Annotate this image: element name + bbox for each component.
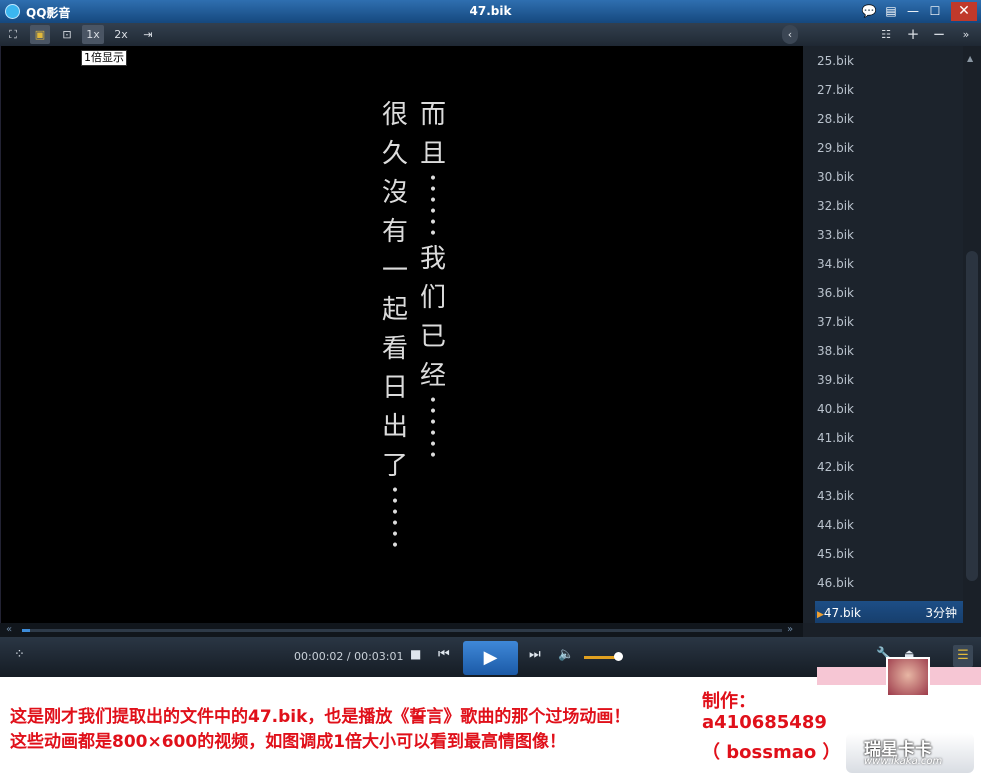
window-title: 47.bik	[469, 4, 512, 18]
playlist-item[interactable]: 38.bik	[817, 337, 957, 366]
video-area[interactable]: 而且 • • • • • • 我们已经 • • • • • • 很久沒有一起看日出了 • • • • • •	[0, 46, 804, 623]
footprint-icon[interactable]: ⁘	[14, 647, 25, 662]
fullscreen-icon[interactable]: ⛶	[4, 25, 22, 44]
credit-label: 制作：	[702, 691, 756, 712]
playlist-item[interactable]: 34.bik	[817, 250, 957, 279]
play-button[interactable]: ▶	[463, 641, 518, 675]
subtitle-char: 久	[381, 139, 408, 169]
playlist-item[interactable]: 45.bik	[817, 540, 957, 569]
current-item-duration: 3分钟	[925, 606, 957, 620]
seek-back-icon[interactable]: «	[6, 624, 12, 635]
volume-icon[interactable]: 🔈	[558, 647, 574, 662]
seek-bar[interactable]: « »	[0, 623, 803, 637]
subtitle-char: 且	[419, 139, 446, 169]
close-button[interactable]: ✕	[951, 2, 977, 21]
playlist-item[interactable]: 28.bik	[817, 105, 957, 134]
ellipsis-dots: • • • • • •	[428, 171, 438, 242]
volume-knob[interactable]	[613, 652, 623, 661]
subtitle-char: 一	[381, 256, 408, 286]
now-playing-icon: ▶	[817, 610, 824, 620]
subtitle-char: 日	[381, 373, 408, 403]
add-file-button[interactable]: +	[903, 25, 923, 44]
ellipsis-dots: • • • • • •	[390, 483, 400, 554]
playlist-view-icon[interactable]: ☷	[876, 25, 896, 44]
subtitle-char: 沒	[381, 178, 408, 208]
subtitle-char: 起	[381, 295, 408, 325]
credit-id: a410685489	[702, 712, 827, 733]
zoom-tooltip: 1倍显示	[81, 50, 127, 66]
toolbar: ⛶ ▣ ⊡ 1x 2x ⇥ ‹ ☷ + − »	[0, 23, 981, 47]
credit-name: （ bossmao ）	[702, 742, 841, 763]
playlist-footer	[803, 623, 981, 637]
playlist-scrollbar[interactable]: ▲	[963, 46, 981, 623]
minimize-button[interactable]: —	[904, 3, 922, 20]
previous-button[interactable]: ⏮	[438, 647, 450, 662]
subtitle-char: 经	[419, 361, 446, 391]
remove-file-button[interactable]: −	[929, 25, 949, 44]
collapse-playlist-button[interactable]: ‹	[782, 25, 798, 44]
maximize-button[interactable]: ☐	[926, 3, 944, 20]
playlist-item[interactable]: 27.bik	[817, 76, 957, 105]
playlist-item[interactable]: 42.bik	[817, 453, 957, 482]
seek-progress	[22, 629, 31, 632]
playlist-item[interactable]: 40.bik	[817, 395, 957, 424]
seek-track[interactable]	[22, 629, 782, 632]
more-options-button[interactable]: »	[956, 25, 976, 44]
subtitle-char: 有	[381, 217, 408, 247]
subtitle-char: 看	[381, 334, 408, 364]
playlist-toggle-button[interactable]: ☰	[953, 645, 973, 667]
playlist-item[interactable]: 44.bik	[817, 511, 957, 540]
subtitle-column-left: 很久沒有一起看日出了 • • • • • •	[379, 96, 411, 554]
subtitle-char: 已	[419, 322, 446, 352]
caption-line-1: 这是刚才我们提取出的文件中的47.bik，也是播放《誓言》歌曲的那个过场动画！	[10, 707, 631, 727]
watermark-url: www.ikaka.com	[864, 756, 943, 767]
scroll-up-icon[interactable]: ▲	[967, 54, 973, 63]
mini-mode-icon[interactable]: ▣	[30, 25, 50, 44]
fit-screen-icon[interactable]: ⇥	[138, 25, 158, 44]
stop-button[interactable]: ■	[410, 647, 421, 661]
subtitle-char: 而	[419, 100, 446, 130]
playlist-item[interactable]: 41.bik	[817, 424, 957, 453]
volume-slider[interactable]	[584, 656, 618, 659]
current-item-name: 47.bik	[823, 606, 861, 620]
subtitle-column-right: 而且 • • • • • • 我们已经 • • • • • •	[417, 96, 449, 464]
playlist-item[interactable]: 46.bik	[817, 569, 957, 598]
playlist-item[interactable]: 25.bik	[817, 47, 957, 76]
menu-icon[interactable]: ▤	[882, 3, 900, 20]
playlist-item[interactable]: 30.bik	[817, 163, 957, 192]
scrollbar-thumb[interactable]	[966, 251, 978, 581]
playlist-item[interactable]: 43.bik	[817, 482, 957, 511]
watermark-logo: 瑞星卡卡 www.ikaka.com	[846, 733, 974, 773]
zoom-2x-button[interactable]: 2x	[110, 25, 132, 44]
zoom-1x-button[interactable]: 1x	[82, 25, 104, 44]
playlist-item[interactable]: 33.bik	[817, 221, 957, 250]
seek-forward-icon[interactable]: »	[787, 624, 793, 635]
playlist-item[interactable]: 37.bik	[817, 308, 957, 337]
chat-icon[interactable]: 💬	[860, 3, 878, 20]
subtitle-char: 很	[381, 100, 408, 130]
playlist-item[interactable]: 39.bik	[817, 366, 957, 395]
time-display: 00:00:02 / 00:03:01	[294, 650, 404, 663]
playlist-item[interactable]: 36.bik	[817, 279, 957, 308]
subtitle-char: 们	[419, 283, 446, 313]
title-bar: QQ影音 47.bik 💬 ▤ — ☐ ✕	[0, 0, 981, 23]
subtitle-char: 出	[381, 412, 408, 442]
subtitle-char: 了	[381, 451, 408, 481]
playlist-item-current[interactable]: ▶47.bik 3分钟	[815, 601, 963, 625]
screenshot-icon[interactable]: ⊡	[57, 25, 77, 44]
ellipsis-dots: • • • • • •	[428, 393, 438, 464]
avatar	[886, 657, 930, 697]
caption-line-2: 这些动画都是800×600的视频，如图调成1倍大小可以看到最高情图像！	[10, 732, 567, 752]
playlist-item[interactable]: 29.bik	[817, 134, 957, 163]
playlist-item[interactable]: 32.bik	[817, 192, 957, 221]
playlist-panel: 25.bik 27.bik 28.bik 29.bik 30.bik 32.bik 33.b…	[803, 46, 963, 625]
subtitle-char: 我	[419, 244, 446, 274]
next-button[interactable]: ⏭	[529, 647, 541, 662]
